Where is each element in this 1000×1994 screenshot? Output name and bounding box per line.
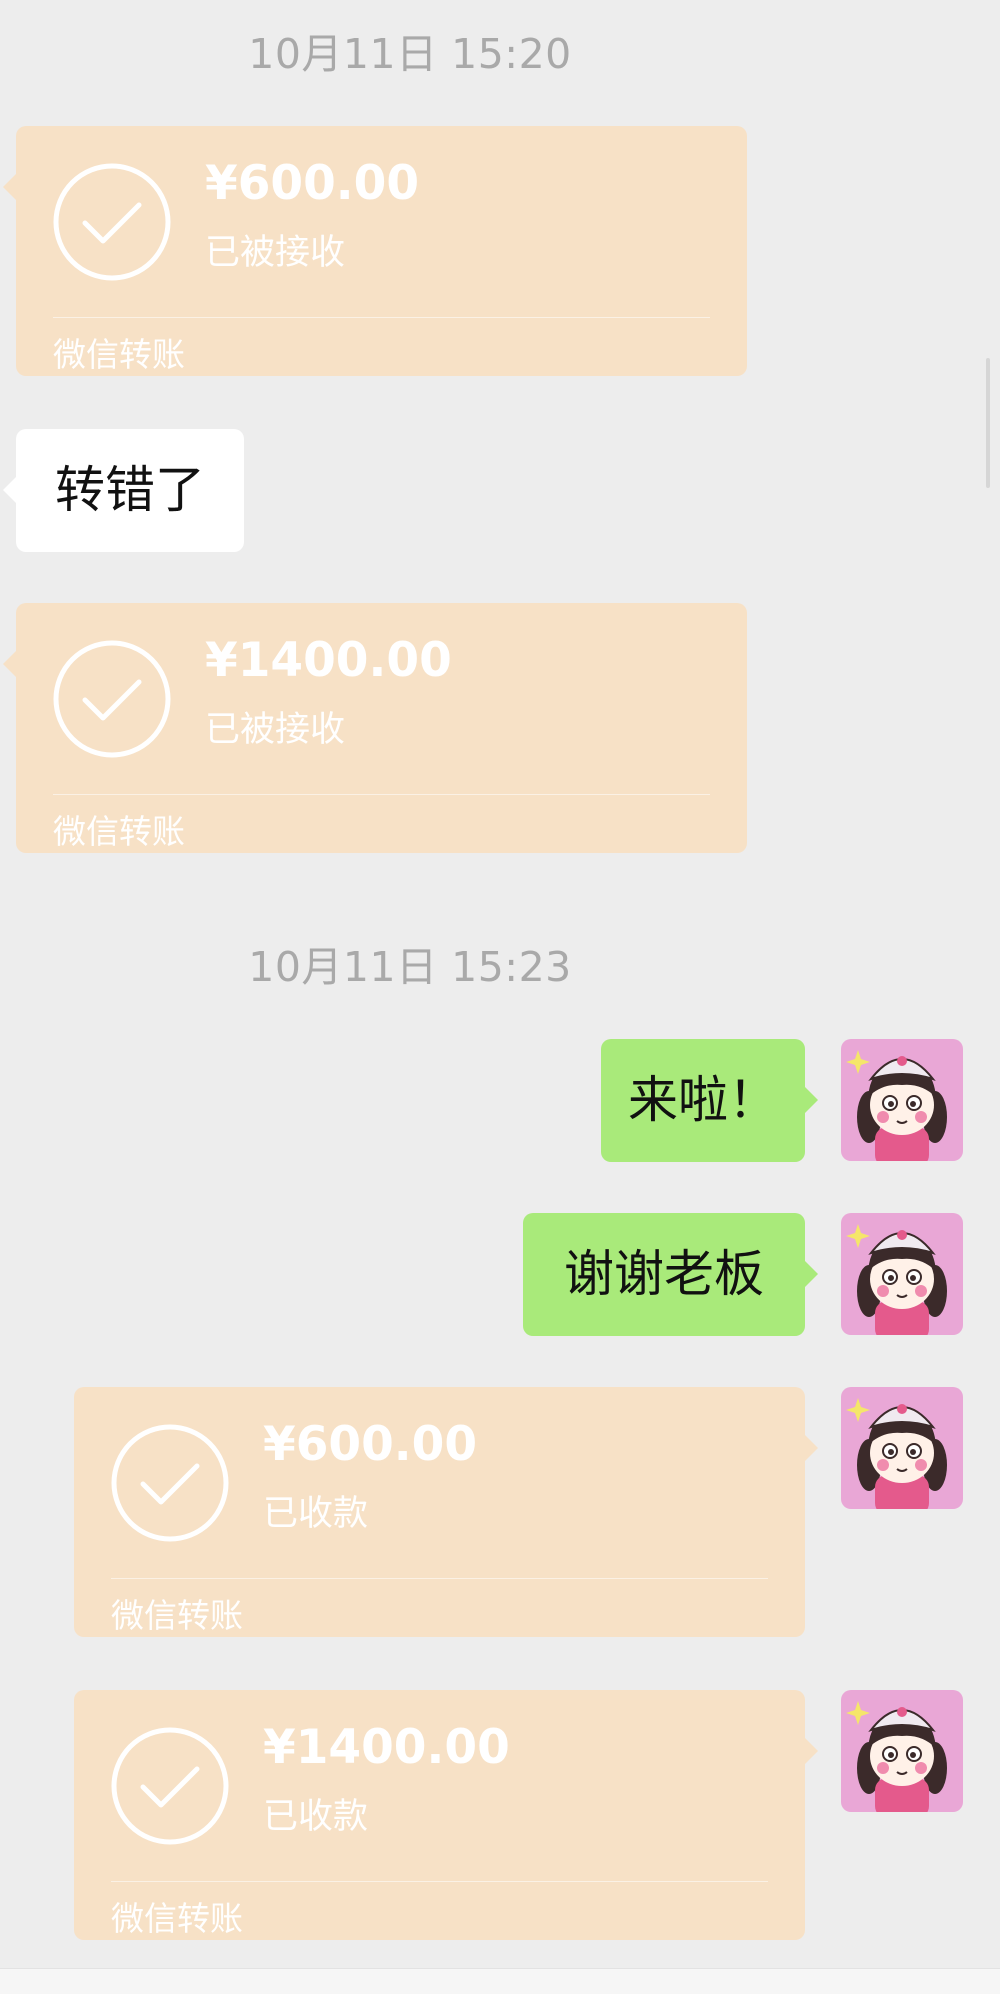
transfer-divider <box>53 317 710 318</box>
check-circle-icon <box>53 640 171 758</box>
transfer-amount: ¥1400.00 <box>263 1720 510 1775</box>
avatar[interactable] <box>841 1039 963 1161</box>
transfer-footer: 微信转账 <box>111 1596 243 1635</box>
check-circle-icon <box>111 1727 229 1845</box>
avatar[interactable] <box>841 1387 963 1509</box>
avatar-image <box>841 1690 963 1812</box>
transfer-card[interactable]: ¥600.00 已被接收 微信转账 <box>3 126 747 376</box>
chat-window[interactable]: 10月11日 15:20 ¥600.00 已被接收 微信转账 转错了 ¥1400… <box>0 0 1000 1994</box>
transfer-card[interactable]: ¥600.00 已收款 微信转账 <box>74 1387 818 1637</box>
check-circle-icon <box>111 1424 229 1542</box>
avatar-image <box>841 1213 963 1335</box>
avatar[interactable] <box>841 1690 963 1812</box>
transfer-amount: ¥600.00 <box>263 1417 478 1472</box>
transfer-card[interactable]: ¥1400.00 已被接收 微信转账 <box>3 603 747 853</box>
scrollbar[interactable] <box>986 358 990 488</box>
transfer-divider <box>111 1578 768 1579</box>
avatar-image <box>841 1387 963 1509</box>
transfer-divider <box>111 1881 768 1882</box>
received-message-bubble[interactable]: 转错了 <box>3 429 244 552</box>
transfer-footer: 微信转账 <box>53 812 185 851</box>
transfer-status: 已收款 <box>263 1494 369 1534</box>
transfer-amount: ¥1400.00 <box>205 633 452 688</box>
input-bar-edge <box>0 1968 1000 1994</box>
transfer-footer: 微信转账 <box>111 1899 243 1938</box>
chat-timestamp: 10月11日 15:20 <box>248 30 572 78</box>
avatar[interactable] <box>841 1213 963 1335</box>
transfer-amount: ¥600.00 <box>205 156 420 211</box>
transfer-status: 已被接收 <box>205 233 346 273</box>
transfer-footer: 微信转账 <box>53 335 185 374</box>
check-circle-icon <box>53 163 171 281</box>
transfer-status: 已被接收 <box>205 710 346 750</box>
transfer-divider <box>53 794 710 795</box>
sent-message-bubble[interactable]: 谢谢老板 <box>523 1213 818 1336</box>
transfer-card[interactable]: ¥1400.00 已收款 微信转账 <box>74 1690 818 1940</box>
transfer-status: 已收款 <box>263 1797 369 1837</box>
sent-message-bubble[interactable]: 来啦！ <box>601 1039 818 1162</box>
avatar-image <box>841 1039 963 1161</box>
chat-timestamp: 10月11日 15:23 <box>248 943 572 991</box>
